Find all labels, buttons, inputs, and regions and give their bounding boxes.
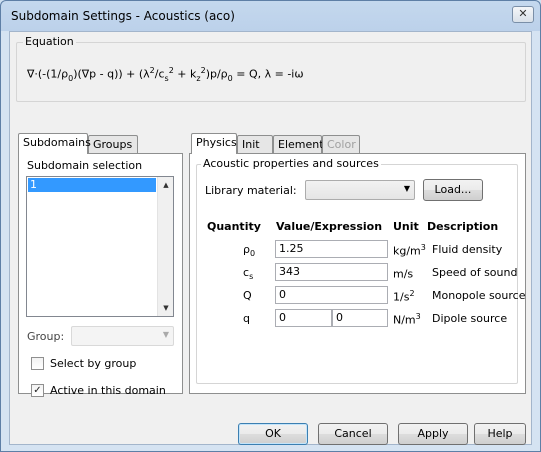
active-in-domain-label: Active in this domain — [50, 384, 166, 397]
dipole-input-x[interactable]: 0 — [275, 309, 332, 327]
header-quantity: Quantity — [207, 220, 261, 233]
select-by-group-label: Select by group — [50, 357, 137, 370]
tab-color: Color — [322, 135, 360, 154]
symbol-cs: cs — [243, 266, 254, 282]
left-tabbar: Subdomains Groups — [18, 133, 188, 155]
equation-text: ∇·(-(1/ρ0)(∇p - q)) + (λ2/cs2 + kz2)p/ρ0… — [27, 66, 304, 83]
select-by-group-checkbox[interactable] — [31, 357, 44, 370]
unit-monopole: 1/s2 — [393, 289, 415, 304]
rho0-input[interactable]: 1.25 — [275, 240, 388, 258]
unit-dipole: N/m3 — [393, 312, 421, 327]
library-material-label: Library material: — [205, 184, 297, 197]
scroll-down-icon[interactable]: ▼ — [158, 300, 174, 316]
acoustic-legend: Acoustic properties and sources — [201, 157, 381, 170]
right-tabbar: Physics Init Element Color — [191, 133, 391, 155]
ok-button[interactable]: OK — [238, 423, 308, 445]
title-bar[interactable]: Subdomain Settings - Acoustics (aco) ✕ — [1, 1, 540, 31]
symbol-q-dipole: q — [243, 312, 250, 325]
close-button[interactable]: ✕ — [512, 6, 534, 23]
monopole-input[interactable]: 0 — [275, 286, 388, 304]
equation-group: Equation ∇·(-(1/ρ0)(∇p - q)) + (λ2/cs2 +… — [16, 35, 526, 102]
unit-rho0: kg/m3 — [393, 243, 426, 258]
cs-input[interactable]: 343 — [275, 263, 388, 281]
tab-init[interactable]: Init — [237, 135, 273, 154]
left-panel: Subdomain selection 1 ▲ ▼ Group: ▼ Selec… — [18, 153, 183, 397]
symbol-q-monopole: Q — [243, 289, 252, 302]
list-item[interactable]: 1 — [28, 178, 156, 192]
tab-groups[interactable]: Groups — [88, 135, 138, 154]
physics-panel: Acoustic properties and sources Library … — [189, 153, 526, 394]
symbol-rho0: ρ0 — [243, 243, 256, 259]
chevron-down-icon: ▼ — [403, 184, 410, 193]
equation-legend: Equation — [23, 35, 76, 48]
help-button[interactable]: Help — [474, 423, 526, 445]
active-in-domain-checkbox[interactable]: ✓ — [31, 384, 44, 397]
header-unit: Unit — [393, 220, 419, 233]
description-monopole: Monopole source — [432, 289, 526, 302]
acoustic-group: Acoustic properties and sources Library … — [196, 157, 525, 384]
library-material-select[interactable]: ▼ — [305, 180, 415, 200]
cancel-button[interactable]: Cancel — [318, 423, 388, 445]
group-select[interactable]: ▼ — [71, 326, 174, 346]
dialog-body: Equation ∇·(-(1/ρ0)(∇p - q)) + (λ2/cs2 +… — [9, 31, 532, 445]
load-button[interactable]: Load... — [423, 179, 483, 201]
subdomain-selection-label: Subdomain selection — [27, 159, 143, 172]
header-description: Description — [427, 220, 499, 233]
listbox-scrollbar[interactable]: ▲ ▼ — [157, 177, 173, 316]
apply-button[interactable]: Apply — [398, 423, 468, 445]
description-rho0: Fluid density — [432, 243, 503, 256]
tab-element[interactable]: Element — [273, 135, 324, 154]
description-dipole: Dipole source — [432, 312, 508, 325]
description-cs: Speed of sound — [432, 266, 518, 279]
chevron-down-icon: ▼ — [162, 330, 169, 339]
subdomain-listbox[interactable]: 1 ▲ ▼ — [26, 176, 174, 317]
window-title: Subdomain Settings - Acoustics (aco) — [11, 9, 235, 23]
dialog-window: Subdomain Settings - Acoustics (aco) ✕ E… — [0, 0, 541, 452]
header-value: Value/Expression — [276, 220, 383, 233]
dipole-input-y[interactable]: 0 — [332, 309, 388, 327]
checkmark-icon: ✓ — [33, 385, 42, 396]
group-label: Group: — [27, 330, 65, 343]
tab-physics[interactable]: Physics — [191, 133, 237, 154]
unit-cs: m/s — [393, 267, 414, 281]
scroll-up-icon[interactable]: ▲ — [158, 177, 174, 193]
close-icon: ✕ — [518, 7, 528, 20]
tab-subdomains[interactable]: Subdomains — [18, 133, 91, 154]
